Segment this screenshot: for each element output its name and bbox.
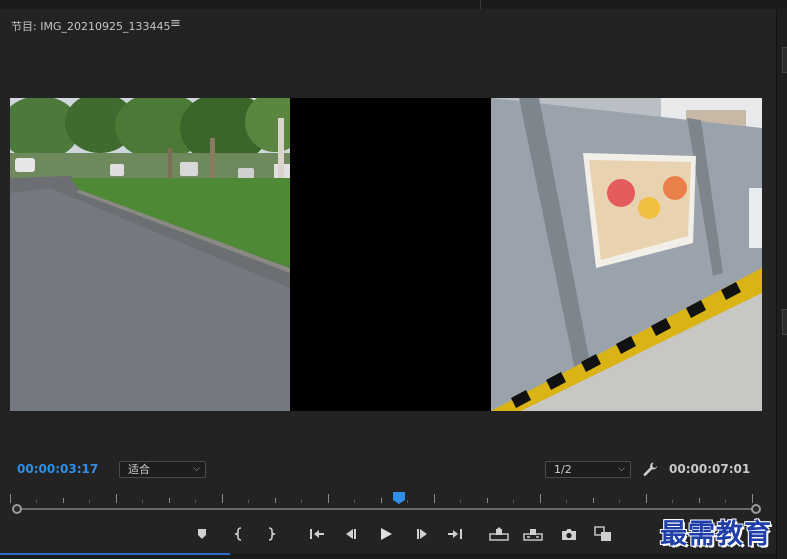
watermark-logo: 最需教育 [660, 519, 772, 550]
mark-out-icon [268, 527, 276, 541]
panel-tab[interactable] [782, 47, 787, 73]
compare-icon [594, 526, 611, 541]
step-back-icon [346, 529, 356, 539]
scrollbar-left-handle[interactable] [12, 504, 22, 514]
hamburger-menu-icon[interactable]: ≡ [170, 16, 181, 31]
time-ruler[interactable] [10, 486, 762, 504]
mark-out-button[interactable] [259, 522, 283, 546]
panel-divider [480, 0, 481, 9]
compare-view-button[interactable] [591, 522, 615, 546]
right-clip-image [491, 98, 762, 411]
adjacent-panel-edge [776, 9, 787, 559]
playback-resolution-dropdown[interactable]: 1/2 ⌵ [545, 461, 631, 478]
mark-in-icon [234, 527, 242, 541]
play-button[interactable] [374, 522, 398, 546]
current-timecode[interactable]: 00:00:03:17 [17, 462, 98, 476]
step-forward-icon [417, 529, 427, 539]
chevron-down-icon: ⌵ [618, 464, 625, 474]
focus-indicator [0, 553, 230, 555]
panel-bottom-edge [0, 553, 776, 559]
mark-in-button[interactable] [227, 522, 251, 546]
duration-timecode: 00:00:07:01 [669, 462, 751, 476]
program-monitor-header: 节目: IMG_20210925_133445 ≡ [0, 10, 776, 40]
go-to-in-icon [310, 529, 324, 539]
play-icon [381, 528, 392, 540]
wrench-icon[interactable] [641, 460, 659, 478]
chevron-down-icon: ⌵ [193, 464, 200, 474]
extract-icon [523, 529, 543, 541]
step-forward-button[interactable] [410, 522, 434, 546]
marker-icon [198, 529, 206, 539]
panel-scroll-tab[interactable] [782, 309, 787, 335]
left-clip-image [10, 98, 290, 411]
top-panel-strip [0, 0, 787, 9]
go-to-out-button[interactable] [443, 522, 467, 546]
camera-icon [562, 528, 576, 540]
zoom-level-dropdown[interactable]: 适合 ⌵ [119, 461, 206, 478]
add-marker-button[interactable] [190, 522, 214, 546]
lift-button[interactable] [487, 522, 511, 546]
extract-button[interactable] [521, 522, 545, 546]
go-to-in-button[interactable] [305, 522, 329, 546]
playhead[interactable] [393, 489, 405, 504]
zoom-level-value: 适合 [128, 463, 150, 476]
scrollbar-track [17, 508, 757, 510]
program-monitor-title[interactable]: 节目: IMG_20210925_133445 [11, 18, 170, 34]
program-video-frame [10, 98, 762, 411]
zoom-scrollbar[interactable] [10, 503, 762, 515]
step-back-button[interactable] [339, 522, 363, 546]
go-to-out-icon [448, 529, 462, 539]
resolution-value: 1/2 [554, 463, 572, 476]
lift-icon [489, 527, 509, 541]
export-frame-button[interactable] [557, 522, 581, 546]
